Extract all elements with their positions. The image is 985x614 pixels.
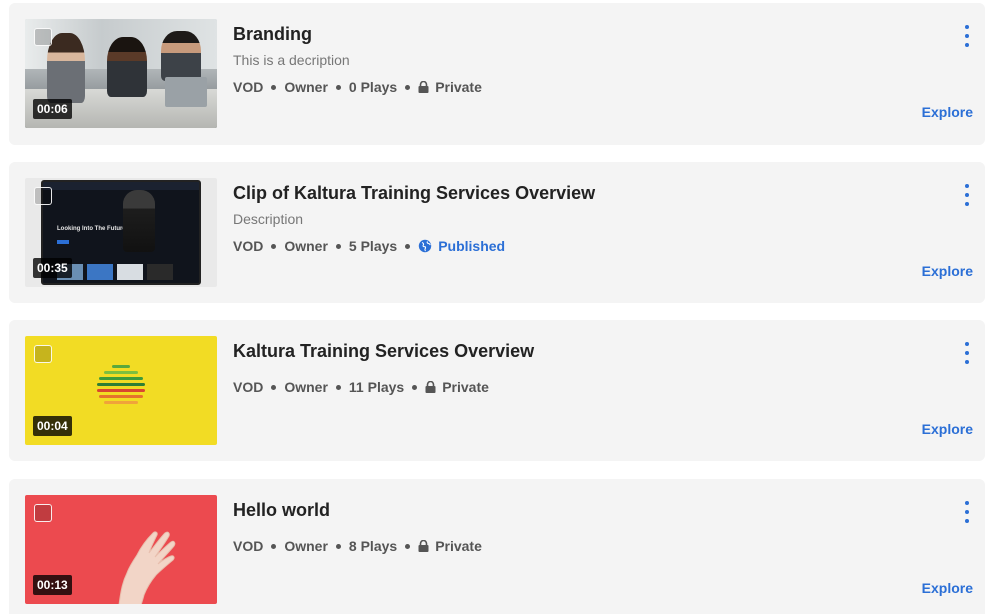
entry-info: Hello world VOD Owner 8 Plays Private bbox=[233, 499, 925, 555]
thumbnail-screen-title: Looking Into The Future bbox=[57, 226, 126, 232]
separator-dot bbox=[335, 84, 341, 90]
lock-icon bbox=[418, 540, 429, 552]
entry-status[interactable]: Published bbox=[418, 237, 505, 255]
entry-description: This is a decription bbox=[233, 52, 350, 68]
entry-type: VOD bbox=[233, 538, 264, 554]
entry-role: Owner bbox=[284, 538, 328, 554]
thumbnail-screen-button bbox=[57, 240, 69, 244]
thumbnail-person bbox=[47, 33, 85, 103]
waving-hand-image bbox=[118, 531, 176, 604]
entry-meta: VOD Owner 8 Plays Private bbox=[233, 537, 925, 555]
entry-thumbnail[interactable]: 00:04 bbox=[25, 336, 217, 445]
more-options-button[interactable] bbox=[959, 342, 975, 364]
separator-dot bbox=[405, 84, 411, 90]
entry-role: Owner bbox=[284, 379, 328, 395]
separator-dot bbox=[405, 243, 411, 249]
lock-icon bbox=[425, 381, 436, 393]
entry-title[interactable]: Clip of Kaltura Training Services Overvi… bbox=[233, 182, 925, 204]
separator-dot bbox=[412, 384, 418, 390]
separator-dot bbox=[335, 243, 341, 249]
kaltura-logo bbox=[96, 365, 146, 407]
separator-dot bbox=[271, 543, 277, 549]
entry-card: 00:13 Hello world VOD Owner 8 Plays Priv… bbox=[9, 479, 985, 614]
separator-dot bbox=[335, 384, 341, 390]
entry-info: Kaltura Training Services Overview VOD O… bbox=[233, 340, 925, 396]
thumbnail-laptop bbox=[165, 77, 207, 107]
entry-role: Owner bbox=[284, 79, 328, 95]
entry-plays: 8 Plays bbox=[348, 538, 398, 554]
thumbnail-person bbox=[107, 37, 147, 97]
separator-dot bbox=[271, 243, 277, 249]
entry-type: VOD bbox=[233, 79, 264, 95]
thumbnail-screen-bar bbox=[43, 182, 199, 190]
duration-badge: 00:13 bbox=[33, 575, 72, 595]
entry-thumbnail[interactable]: 00:06 bbox=[25, 19, 217, 128]
lock-icon bbox=[418, 81, 429, 93]
more-options-button[interactable] bbox=[959, 184, 975, 206]
entry-plays: 5 Plays bbox=[348, 238, 398, 254]
entry-plays: 11 Plays bbox=[348, 379, 405, 395]
duration-badge: 00:06 bbox=[33, 99, 72, 119]
entry-plays: 0 Plays bbox=[348, 79, 398, 95]
status-label: Private bbox=[435, 538, 482, 554]
entry-type: VOD bbox=[233, 238, 264, 254]
select-checkbox[interactable] bbox=[34, 504, 52, 522]
explore-link[interactable]: Explore bbox=[922, 104, 973, 120]
thumbnail-tiles bbox=[57, 264, 173, 280]
more-options-button[interactable] bbox=[959, 25, 975, 47]
entry-description: Description bbox=[233, 211, 304, 227]
entry-status: Private bbox=[418, 78, 482, 96]
entry-status: Private bbox=[418, 537, 482, 555]
entry-meta: VOD Owner 11 Plays Private bbox=[233, 378, 925, 396]
status-label: Private bbox=[442, 379, 489, 395]
separator-dot bbox=[335, 543, 341, 549]
entry-role: Owner bbox=[284, 238, 328, 254]
entries-list: 00:06 Branding This is a decription VOD … bbox=[0, 0, 985, 614]
entry-card: 00:04 Kaltura Training Services Overview… bbox=[9, 320, 985, 461]
select-checkbox[interactable] bbox=[34, 28, 52, 46]
entry-thumbnail[interactable]: Looking Into The Future 00:35 bbox=[25, 178, 217, 287]
status-label: Published bbox=[438, 238, 506, 254]
more-options-button[interactable] bbox=[959, 501, 975, 523]
entry-card: 00:06 Branding This is a decription VOD … bbox=[9, 3, 985, 145]
entry-title[interactable]: Hello world bbox=[233, 499, 925, 521]
separator-dot bbox=[405, 543, 411, 549]
entry-meta: VOD Owner 0 Plays Private bbox=[233, 78, 925, 96]
duration-badge: 00:04 bbox=[33, 416, 72, 436]
entry-meta: VOD Owner 5 Plays Published bbox=[233, 237, 925, 255]
explore-link[interactable]: Explore bbox=[922, 421, 973, 437]
status-label: Private bbox=[435, 79, 482, 95]
entry-card: Looking Into The Future 00:35 Clip of Ka… bbox=[9, 162, 985, 303]
separator-dot bbox=[271, 84, 277, 90]
separator-dot bbox=[271, 384, 277, 390]
select-checkbox[interactable] bbox=[34, 345, 52, 363]
entry-thumbnail[interactable]: 00:13 bbox=[25, 495, 217, 604]
thumbnail-presenter bbox=[123, 190, 155, 252]
explore-link[interactable]: Explore bbox=[922, 263, 973, 279]
entry-title[interactable]: Kaltura Training Services Overview bbox=[233, 340, 925, 362]
explore-link[interactable]: Explore bbox=[922, 580, 973, 596]
entry-status: Private bbox=[425, 378, 489, 396]
thumbnail-person bbox=[161, 31, 201, 81]
duration-badge: 00:35 bbox=[33, 258, 72, 278]
entry-title[interactable]: Branding bbox=[233, 23, 925, 45]
entry-info: Branding This is a decription VOD Owner … bbox=[233, 23, 925, 96]
entry-type: VOD bbox=[233, 379, 264, 395]
select-checkbox[interactable] bbox=[34, 187, 52, 205]
globe-icon bbox=[418, 239, 432, 253]
entry-info: Clip of Kaltura Training Services Overvi… bbox=[233, 182, 925, 255]
